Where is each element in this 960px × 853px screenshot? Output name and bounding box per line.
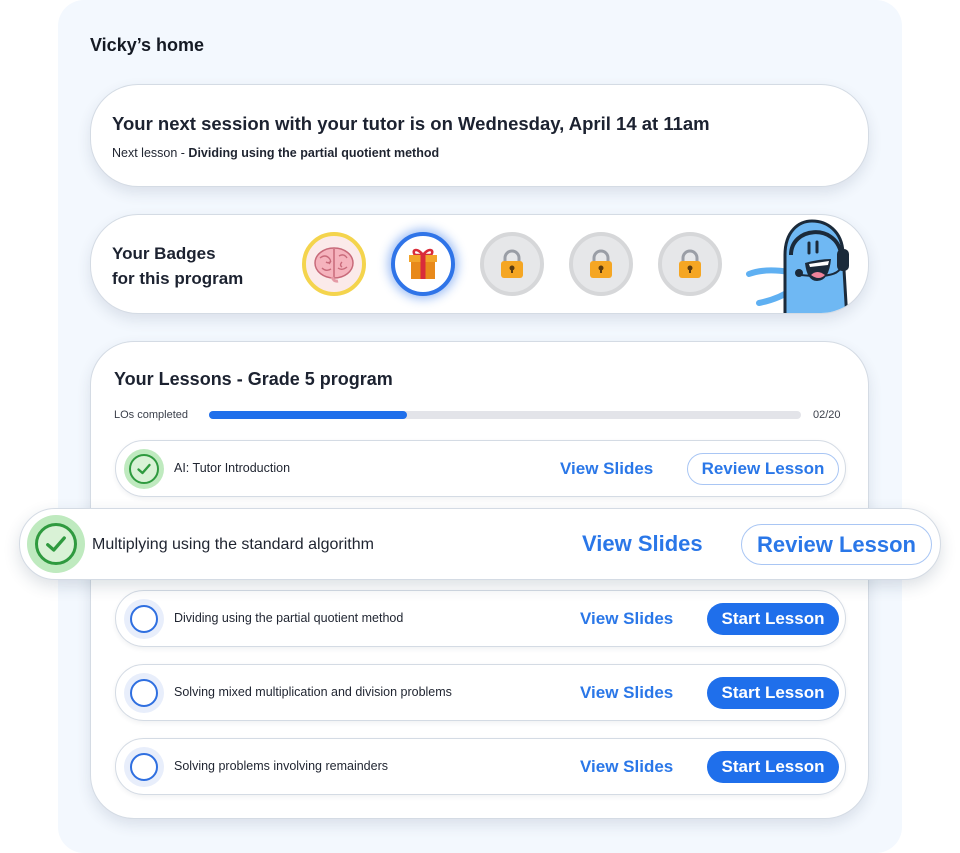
- lesson-status-not-started: [124, 672, 164, 713]
- badges-title-line2: for this program: [112, 269, 244, 288]
- badge-locked[interactable]: [569, 232, 633, 296]
- review-lesson-button[interactable]: Review Lesson: [687, 453, 839, 485]
- gift-icon: [409, 248, 437, 279]
- lesson-title: Multiplying using the standard algorithm: [92, 536, 374, 553]
- mascot-illustration: [746, 219, 849, 313]
- badges-card: Your Badges for this program: [90, 214, 869, 314]
- start-lesson-button[interactable]: Start Lesson: [707, 677, 839, 709]
- next-lesson-line: Next lesson - Dividing using the partial…: [112, 146, 439, 160]
- lock-icon: [590, 249, 612, 278]
- lesson-status-completed: [27, 515, 85, 573]
- badge-current[interactable]: [391, 232, 455, 296]
- lesson-status-completed: [124, 448, 164, 489]
- lesson-title: Solving mixed multiplication and divisio…: [174, 685, 452, 699]
- start-lesson-button[interactable]: Start Lesson: [707, 603, 839, 635]
- lessons-card: Your Lessons - Grade 5 program LOs compl…: [90, 341, 869, 819]
- progress-count: 02/20: [813, 409, 841, 421]
- next-lesson-name: Dividing using the partial quotient meth…: [188, 146, 440, 160]
- next-session-card: Your next session with your tutor is on …: [90, 84, 869, 187]
- view-slides-link[interactable]: View Slides: [580, 683, 673, 703]
- progress-label: LOs completed: [114, 409, 188, 421]
- lesson-status-not-started: [124, 598, 164, 639]
- lesson-row: Solving mixed multiplication and divisio…: [115, 664, 846, 721]
- view-slides-link[interactable]: View Slides: [580, 757, 673, 777]
- lesson-row: AI: Tutor Introduction View Slides Revie…: [115, 440, 846, 497]
- lessons-title: Your Lessons - Grade 5 program: [114, 369, 393, 389]
- next-session-title: Your next session with your tutor is on …: [112, 113, 710, 134]
- badge-locked[interactable]: [658, 232, 722, 296]
- lock-icon: [679, 249, 701, 278]
- badges-title: Your Badges for this program: [112, 241, 243, 291]
- checkmark-icon: [137, 463, 151, 474]
- start-lesson-button[interactable]: Start Lesson: [707, 751, 839, 783]
- view-slides-link[interactable]: View Slides: [560, 459, 653, 479]
- lesson-title: AI: Tutor Introduction: [174, 461, 291, 475]
- badge-earned[interactable]: [302, 232, 366, 296]
- next-lesson-prefix: Next lesson -: [112, 146, 189, 160]
- view-slides-link[interactable]: View Slides: [580, 609, 673, 629]
- progress-bar-fill: [209, 411, 408, 419]
- lesson-row: Dividing using the partial quotient meth…: [115, 590, 846, 647]
- checkmark-icon: [46, 536, 66, 552]
- page-title: Vicky’s home: [90, 35, 205, 55]
- lock-icon: [501, 249, 523, 278]
- badges-title-line1: Your Badges: [112, 244, 216, 263]
- badge-locked[interactable]: [480, 232, 544, 296]
- brain-icon: [314, 247, 354, 283]
- lesson-title: Solving problems involving remainders: [174, 759, 388, 773]
- lesson-status-not-started: [124, 746, 164, 787]
- lesson-row-highlighted: Multiplying using the standard algorithm…: [19, 508, 941, 580]
- lesson-title: Dividing using the partial quotient meth…: [174, 611, 404, 625]
- progress-bar: [209, 411, 801, 419]
- view-slides-link[interactable]: View Slides: [582, 531, 703, 557]
- review-lesson-button[interactable]: Review Lesson: [741, 524, 932, 565]
- lesson-row: Solving problems involving remainders Vi…: [115, 738, 846, 795]
